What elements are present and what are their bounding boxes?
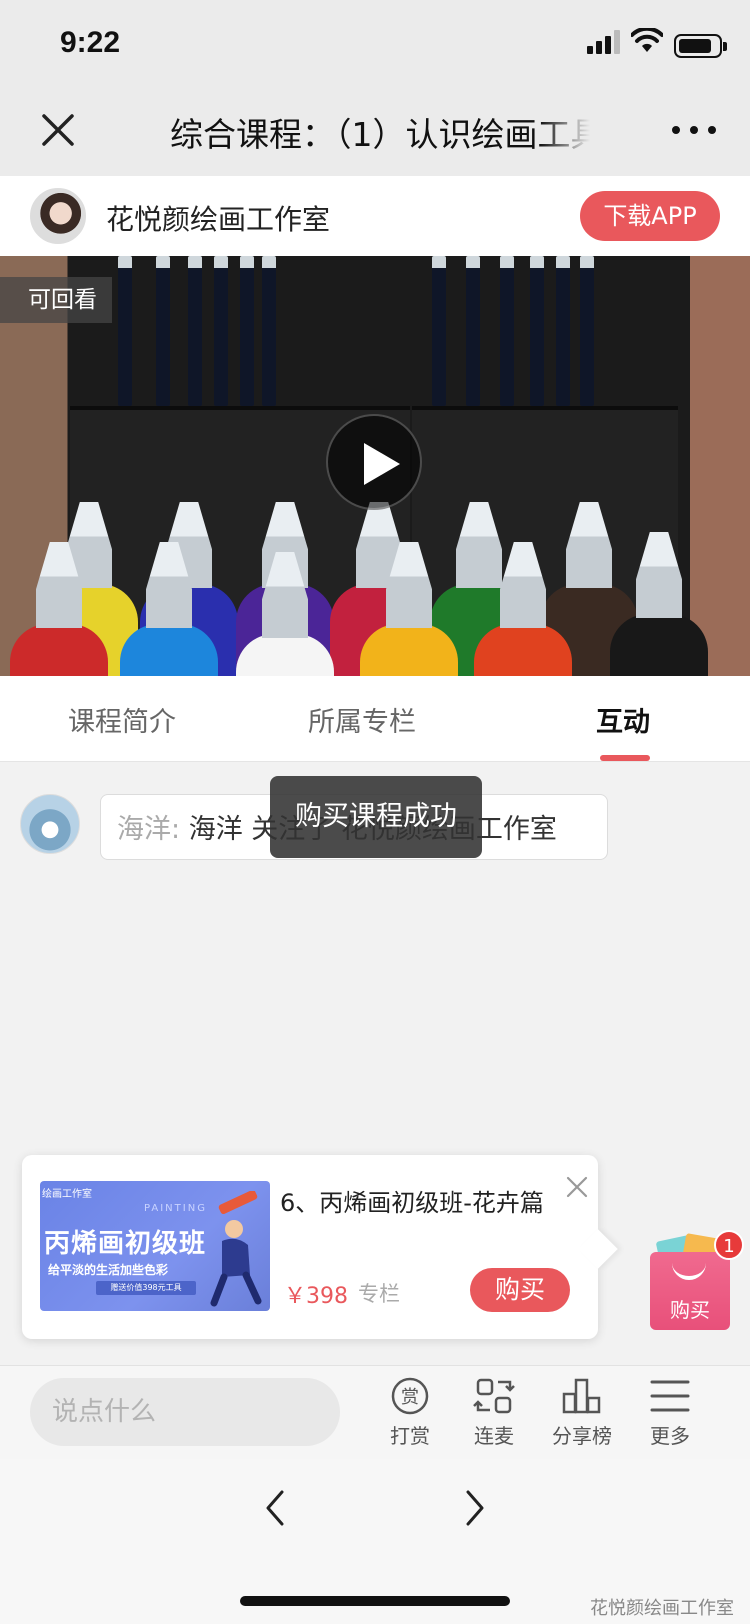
studio-name[interactable]: 花悦颜绘画工作室 [106, 198, 330, 238]
product-tag: 专栏 [358, 1282, 400, 1306]
shopping-bag-icon: 购买 [650, 1252, 730, 1330]
more-label: 更多 [650, 1424, 690, 1448]
page-title: 综合课程：（1）认识绘画工具 [170, 115, 590, 154]
more-button[interactable]: 更多 [630, 1376, 710, 1449]
status-time: 9:22 [60, 26, 121, 59]
product-image-slogan: 给平淡的生活加些色彩 [48, 1263, 169, 1277]
replay-badge: 可回看 [0, 277, 112, 323]
back-arrow-icon[interactable] [262, 1488, 288, 1528]
svg-text:赏: 赏 [401, 1387, 419, 1408]
toast-message: 购买课程成功 [270, 776, 482, 858]
tab-bar: 课程简介 所属专栏 互动 [0, 676, 750, 762]
product-image-gift: 赠送价值398元工具 [96, 1281, 196, 1295]
paint-bottle [360, 542, 458, 676]
connect-mic-icon [473, 1378, 515, 1414]
comment-input[interactable]: 说点什么 [30, 1378, 340, 1446]
product-title[interactable]: 6、丙烯画初级班-花卉篇 [280, 1183, 544, 1218]
download-app-button[interactable]: 下载APP [580, 191, 720, 241]
studio-avatar[interactable] [30, 188, 86, 244]
user-avatar[interactable] [20, 794, 80, 854]
reward-label: 打赏 [390, 1424, 430, 1448]
share-rank-button[interactable]: 分享榜 [542, 1376, 622, 1449]
paint-bottle [474, 542, 572, 676]
play-button[interactable] [326, 414, 422, 510]
chat-username: 海洋: [117, 814, 181, 845]
wifi-icon [631, 28, 663, 52]
menu-icon [650, 1380, 690, 1412]
reward-button[interactable]: 赏 打赏 [370, 1376, 450, 1449]
connect-mic-button[interactable]: 连麦 [454, 1376, 534, 1449]
paint-bottle [120, 542, 218, 676]
product-image-painting: PAINTING [144, 1203, 207, 1214]
close-icon[interactable] [564, 1174, 590, 1200]
product-price: ￥398 [284, 1284, 348, 1309]
tab-column[interactable]: 所属专栏 [308, 700, 416, 739]
product-image-title: 丙烯画初级班 [44, 1229, 207, 1259]
cart-count-badge: 1 [714, 1230, 744, 1260]
buy-button[interactable]: 购买 [470, 1268, 570, 1312]
signal-icon [587, 30, 620, 54]
active-tab-indicator [600, 755, 650, 761]
reward-icon: 赏 [391, 1377, 429, 1415]
floating-buy-label: 购买 [670, 1298, 710, 1322]
watermark: 花悦颜绘画工作室 [590, 1598, 734, 1619]
home-indicator[interactable] [240, 1596, 510, 1606]
connect-mic-label: 连麦 [474, 1424, 514, 1448]
battery-icon [674, 34, 727, 58]
painter-illustration [210, 1191, 262, 1307]
forward-arrow-icon[interactable] [462, 1488, 488, 1528]
tab-interaction[interactable]: 互动 [596, 700, 650, 739]
product-image-studio: 绘画工作室 [42, 1189, 92, 1200]
share-rank-label: 分享榜 [552, 1424, 612, 1448]
paint-bottle [10, 542, 108, 676]
share-rank-icon [562, 1378, 601, 1414]
close-icon[interactable] [34, 106, 82, 154]
tab-course-intro[interactable]: 课程简介 [68, 700, 176, 739]
paint-bottle [610, 532, 708, 676]
product-image[interactable]: 绘画工作室 PAINTING 丙烯画初级班 给平淡的生活加些色彩 赠送价值398… [40, 1181, 270, 1311]
more-options-icon[interactable] [672, 118, 716, 144]
